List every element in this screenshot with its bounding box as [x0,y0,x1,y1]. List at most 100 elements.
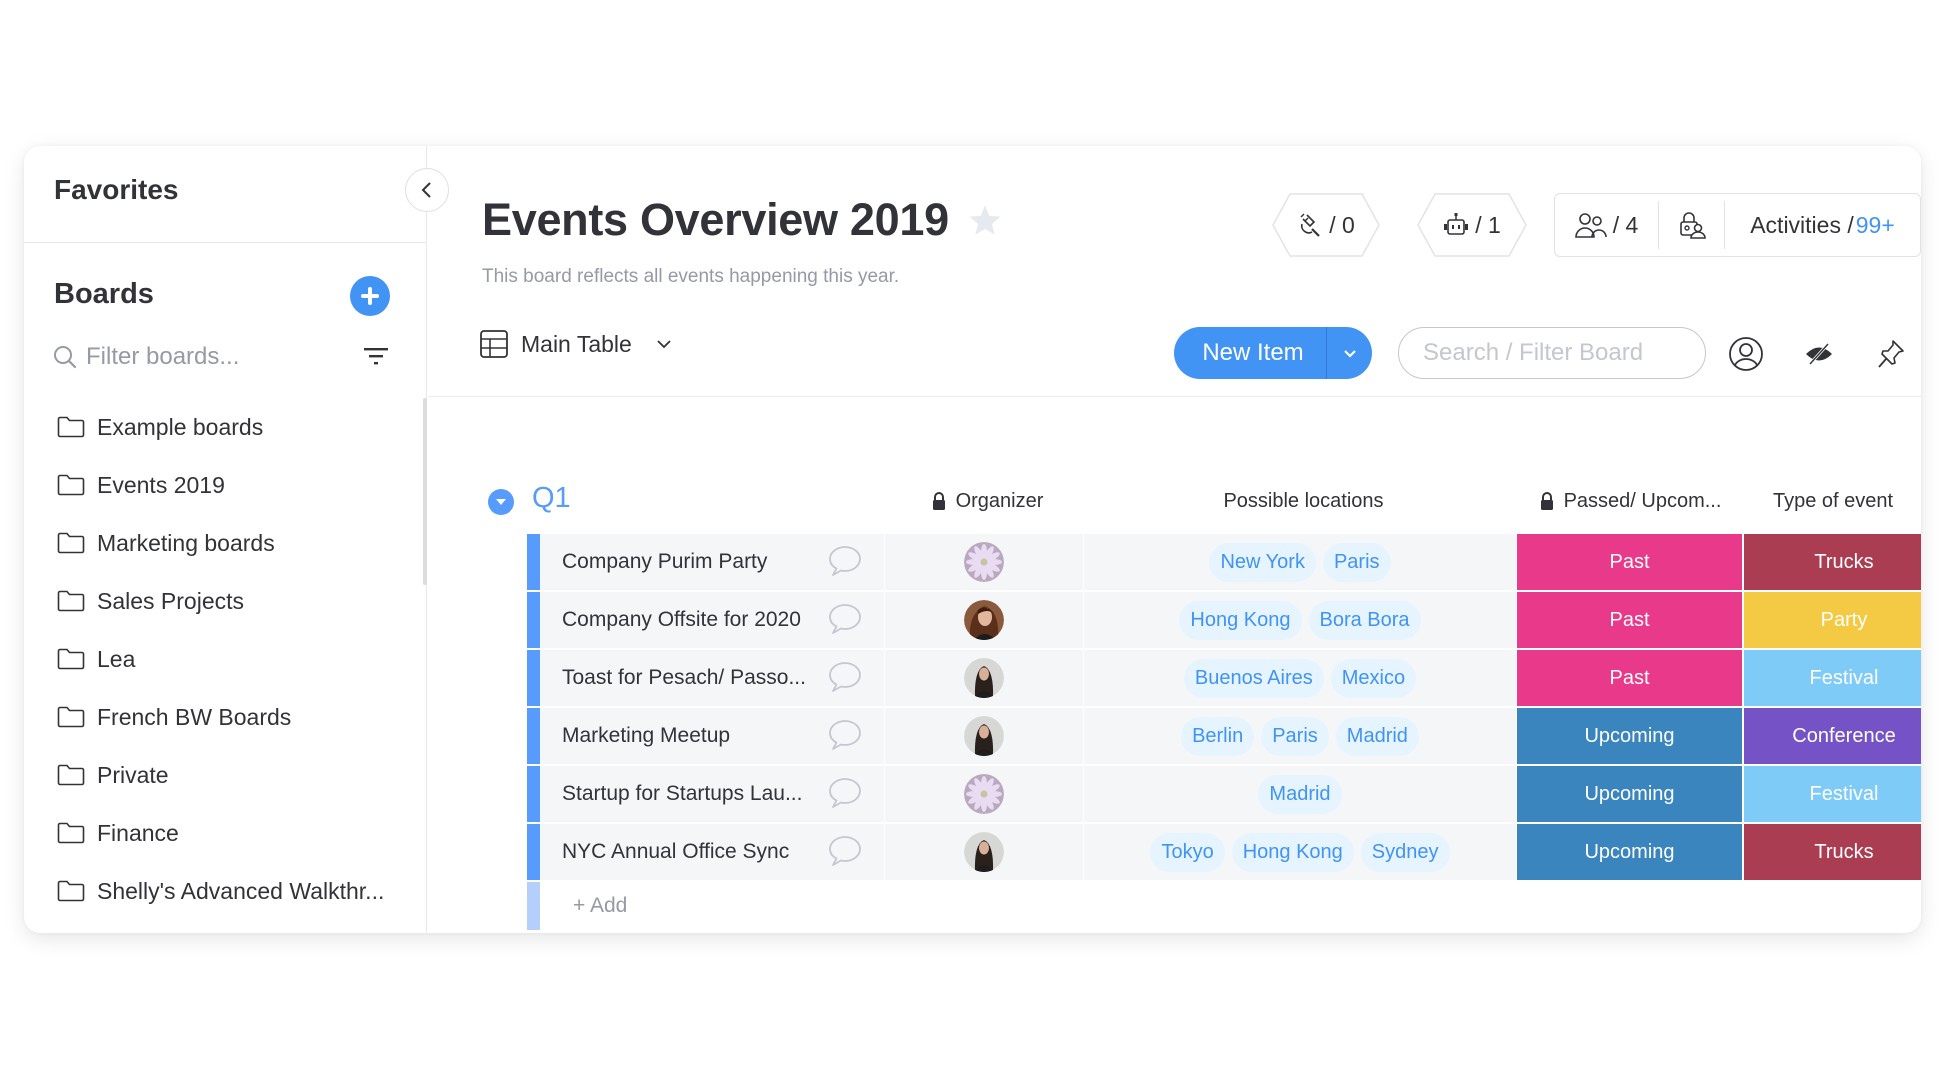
item-name[interactable]: Marketing Meetup [562,724,730,748]
filter-boards-input[interactable] [86,343,356,371]
location-tag[interactable]: Mexico [1330,658,1417,698]
organizer-cell[interactable] [885,824,1084,880]
sidebar-board-item[interactable]: Marketing boards [24,514,424,572]
locations-cell[interactable]: Buenos Aires Mexico [1084,650,1517,706]
collapse-sidebar-button[interactable] [405,168,449,212]
new-item-button[interactable]: New Item [1174,327,1326,379]
location-tag[interactable]: Buenos Aires [1183,658,1324,698]
type-cell[interactable]: Festival [1744,650,1921,706]
board-description[interactable]: This board reflects all events happening… [482,266,899,288]
new-item-dropdown-button[interactable] [1327,327,1372,379]
chevron-down-icon[interactable] [656,339,672,349]
item-name[interactable]: Company Offsite for 2020 [562,608,801,632]
comment-icon[interactable] [828,603,862,635]
type-cell[interactable]: Festival [1744,766,1921,822]
board-title[interactable]: Events Overview 2019 [482,194,949,246]
location-tag[interactable]: Hong Kong [1179,600,1302,640]
sidebar-board-item[interactable]: Sales Projects [24,572,424,630]
status-cell[interactable]: Past [1517,534,1744,590]
item-name-cell[interactable]: Marketing Meetup [540,708,885,764]
avatar[interactable] [964,542,1004,582]
status-cell[interactable]: Upcoming [1517,766,1744,822]
item-name-cell[interactable]: Company Purim Party [540,534,885,590]
column-header-status[interactable]: Passed/ Upcom... [1517,484,1744,518]
locations-cell[interactable]: Tokyo Hong Kong Sydney [1084,824,1517,880]
comment-icon[interactable] [828,835,862,867]
item-name[interactable]: NYC Annual Office Sync [562,840,789,864]
avatar[interactable] [964,774,1004,814]
location-tag[interactable]: Madrid [1335,716,1419,756]
star-icon[interactable] [968,204,1002,236]
sidebar-scrollbar[interactable] [423,398,427,585]
locations-cell[interactable]: Hong Kong Bora Bora [1084,592,1517,648]
main-table-view-tab[interactable]: Main Table [480,330,672,358]
automations-button[interactable]: / 1 [1417,193,1527,257]
organizer-cell[interactable] [885,708,1084,764]
item-name[interactable]: Toast for Pesach/ Passo... [562,666,806,690]
members-button[interactable]: / 4 [1555,194,1658,256]
comment-icon[interactable] [828,719,862,751]
location-tag[interactable]: Madrid [1258,774,1342,814]
item-name-cell[interactable]: Startup for Startups Lau... [540,766,885,822]
location-tag[interactable]: Hong Kong [1231,832,1354,872]
add-board-button[interactable] [350,276,390,316]
group-collapse-toggle[interactable] [488,489,514,515]
locations-cell[interactable]: New York Paris [1084,534,1517,590]
comment-icon[interactable] [828,661,862,693]
organizer-cell[interactable] [885,766,1084,822]
location-tag[interactable]: Bora Bora [1308,600,1421,640]
column-header-type[interactable]: Type of event [1745,484,1921,518]
person-filter-button[interactable] [1728,336,1764,372]
type-cell[interactable]: Party [1744,592,1921,648]
status-cell[interactable]: Past [1517,650,1744,706]
locations-cell[interactable]: Berlin Paris Madrid [1084,708,1517,764]
favorites-title[interactable]: Favorites [54,174,179,206]
locations-cell[interactable]: Madrid [1084,766,1517,822]
organizer-cell[interactable] [885,534,1084,590]
column-header-organizer[interactable]: Organizer [888,484,1087,518]
pin-button[interactable] [1873,336,1909,372]
item-name-cell[interactable]: Toast for Pesach/ Passo... [540,650,885,706]
status-cell[interactable]: Upcoming [1517,824,1744,880]
column-header-locations[interactable]: Possible locations [1087,484,1520,518]
avatar[interactable] [964,716,1004,756]
location-tag[interactable]: New York [1209,542,1316,582]
activities-button[interactable]: Activities / 99+ [1725,194,1920,256]
organizer-cell[interactable] [885,650,1084,706]
item-name[interactable]: Startup for Startups Lau... [562,782,802,806]
item-name-cell[interactable]: Company Offsite for 2020 [540,592,885,648]
sidebar-board-item[interactable]: Private [24,746,424,804]
location-tag[interactable]: Berlin [1181,716,1255,756]
board-permissions-button[interactable] [1659,194,1724,256]
status-cell[interactable]: Past [1517,592,1744,648]
status-cell[interactable]: Upcoming [1517,708,1744,764]
type-cell[interactable]: Trucks [1744,824,1921,880]
sidebar-board-item[interactable]: Finance [24,804,424,862]
sidebar-divider [24,242,427,243]
location-tag[interactable]: Sydney [1360,832,1450,872]
organizer-cell[interactable] [885,592,1084,648]
avatar[interactable] [964,600,1004,640]
sidebar-board-item[interactable]: Events 2019 [24,456,424,514]
hide-columns-button[interactable] [1801,336,1837,372]
search-filter-board-input[interactable] [1398,327,1706,379]
sidebar-board-item[interactable]: Lea [24,630,424,688]
location-tag[interactable]: Tokyo [1150,832,1225,872]
location-tag[interactable]: Paris [1261,716,1329,756]
type-cell[interactable]: Conference [1744,708,1921,764]
avatar[interactable] [964,832,1004,872]
sidebar-board-item[interactable]: French BW Boards [24,688,424,746]
add-item-button[interactable]: + Add [540,882,627,930]
type-cell[interactable]: Trucks [1744,534,1921,590]
location-tag[interactable]: Paris [1322,542,1391,582]
item-name-cell[interactable]: NYC Annual Office Sync [540,824,885,880]
item-name[interactable]: Company Purim Party [562,550,767,574]
comment-icon[interactable] [828,777,862,809]
group-title[interactable]: Q1 [532,482,571,515]
integrations-button[interactable]: / 0 [1272,193,1380,257]
sidebar-board-item[interactable]: Shelly's Advanced Walkthr... [24,862,424,920]
avatar[interactable] [964,658,1004,698]
comment-icon[interactable] [828,545,862,577]
filter-options-icon[interactable] [364,346,388,366]
sidebar-board-item[interactable]: Example boards [24,398,424,456]
